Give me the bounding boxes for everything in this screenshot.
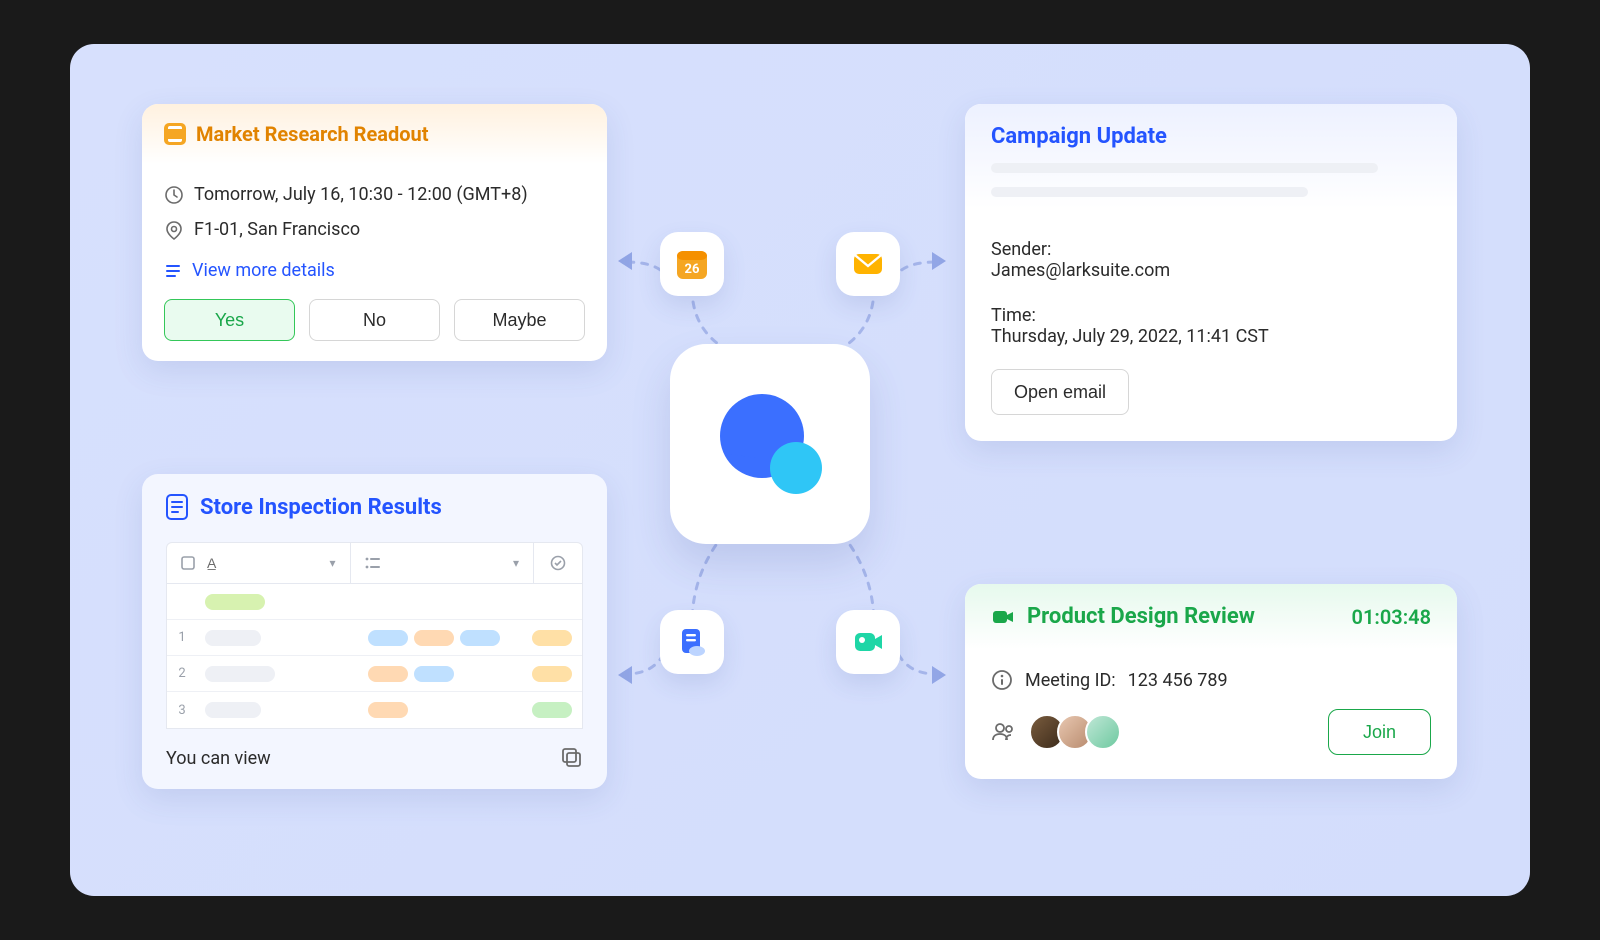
connector-arrow-icon [932,252,946,270]
calendar-icon [164,123,186,145]
permission-text: You can view [166,748,271,769]
calendar-node[interactable]: 26 [660,232,724,296]
document-title: Store Inspection Results [200,495,442,520]
bulleted-list-icon [365,557,381,569]
list-icon [164,262,182,280]
video-node[interactable] [836,610,900,674]
document-card: Store Inspection Results A̲ ▾ ▾ [142,474,607,789]
time-value: Thursday, July 29, 2022, 11:41 CST [991,326,1431,347]
meeting-id-value: 123 456 789 [1128,670,1228,691]
document-list-icon [166,494,188,520]
location-icon [164,220,184,240]
messenger-hub [670,344,870,544]
sender-label: Sender: [991,239,1431,260]
sender-value: James@larksuite.com [991,260,1431,281]
mail-icon [851,247,885,281]
video-icon [851,625,885,659]
clock-icon [164,185,184,205]
meeting-title: Product Design Review [1027,604,1255,629]
rsvp-yes-button[interactable]: Yes [164,299,295,341]
meeting-id-label: Meeting ID: [1025,670,1116,691]
check-circle-icon [550,555,566,571]
meeting-card: Product Design Review 01:03:48 Meeting I… [965,584,1457,779]
chevron-down-icon: ▾ [513,556,519,570]
copy-icon[interactable] [561,747,583,769]
event-title: Market Research Readout [196,122,429,146]
spreadsheet-preview: A̲ ▾ ▾ 1 2 [166,542,583,729]
calendar-event-card: Market Research Readout Tomorrow, July 1… [142,104,607,361]
email-card: Campaign Update Sender: James@larksuite.… [965,104,1457,441]
participants-icon [991,720,1015,744]
rsvp-maybe-button[interactable]: Maybe [454,299,585,341]
avatar [1085,714,1121,750]
video-camera-icon [991,605,1015,629]
chat-bubble-icon [710,384,830,504]
event-location: F1-01, San Francisco [194,219,360,240]
calendar-icon: 26 [675,247,709,281]
rsvp-no-button[interactable]: No [309,299,440,341]
view-more-link[interactable]: View more details [164,260,585,281]
join-meeting-button[interactable]: Join [1328,709,1431,755]
chevron-down-icon: ▾ [329,556,335,570]
column-header-cell[interactable] [534,543,582,583]
checkbox-icon [181,556,195,570]
svg-text:26: 26 [685,262,700,277]
info-icon [991,669,1013,691]
connector-arrow-icon [932,666,946,684]
mail-node[interactable] [836,232,900,296]
email-preview-line [991,187,1308,197]
column-header-cell[interactable]: ▾ [351,543,535,583]
connector-arrow-icon [618,252,632,270]
docs-node[interactable] [660,610,724,674]
email-preview-line [991,163,1378,173]
document-cloud-icon [675,625,709,659]
email-subject: Campaign Update [991,124,1431,149]
event-datetime: Tomorrow, July 16, 10:30 - 12:00 (GMT+8) [194,184,528,205]
time-label: Time: [991,305,1431,326]
app-canvas: 26 Market Research Readout [70,44,1530,896]
meeting-duration: 01:03:48 [1352,605,1431,629]
open-email-button[interactable]: Open email [991,369,1129,415]
connector-arrow-icon [618,666,632,684]
column-header-cell[interactable]: A̲ ▾ [167,543,351,583]
